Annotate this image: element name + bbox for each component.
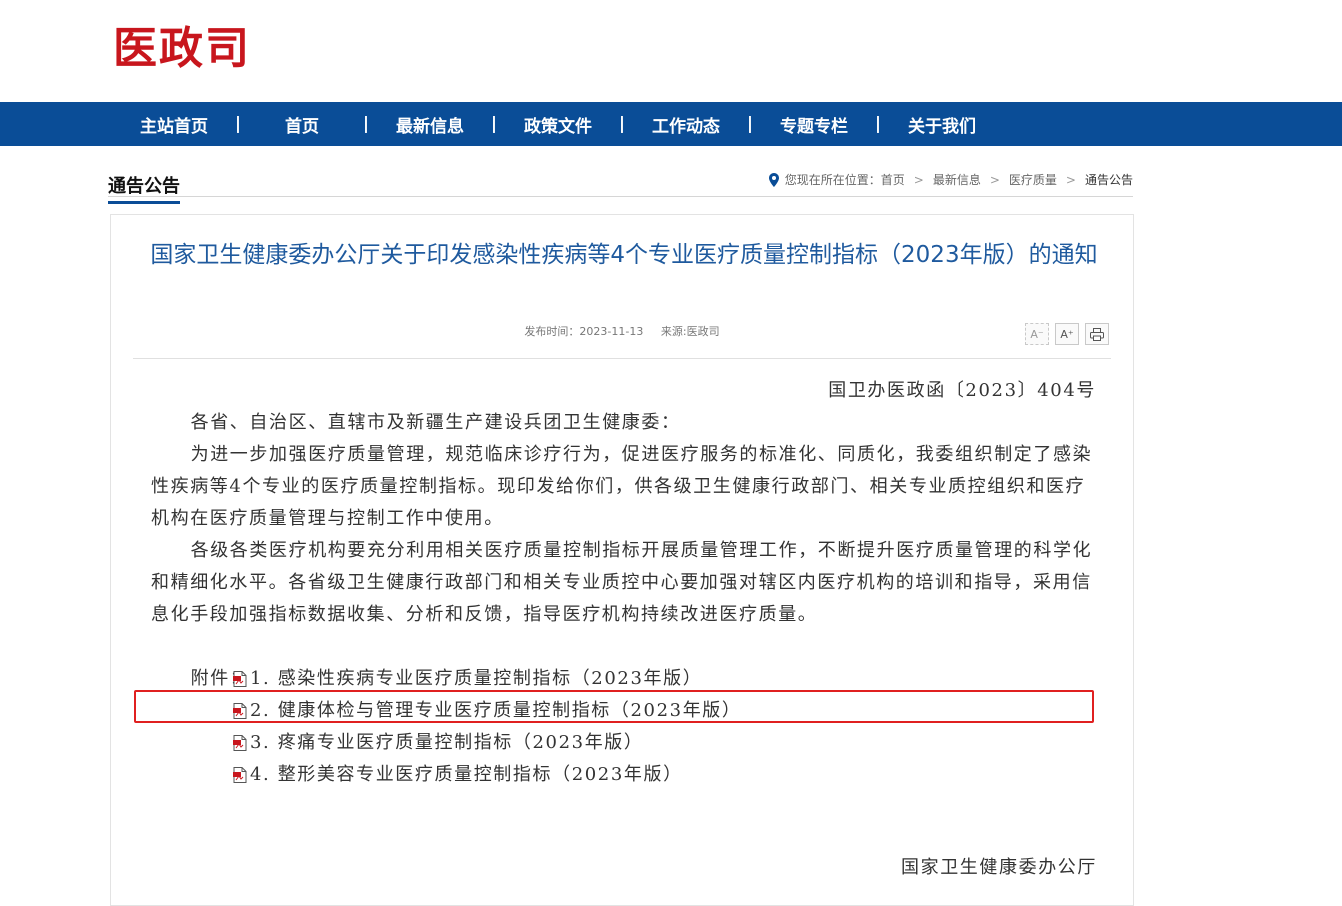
- nav-item-home[interactable]: 首页: [248, 112, 356, 137]
- main-nav: 主站首页 | 首页 | 最新信息 | 政策文件 | 工作动态 | 专题专栏 | …: [120, 102, 996, 146]
- print-button[interactable]: [1085, 323, 1109, 345]
- breadcrumb-separator: >: [913, 172, 924, 187]
- pdf-file-icon: [233, 703, 247, 719]
- salutation: 各省、自治区、直辖市及新疆生产建设兵团卫生健康委：: [190, 412, 681, 433]
- breadcrumb-current[interactable]: 通告公告: [1085, 171, 1133, 188]
- attachment-link-2[interactable]: 2. 健康体检与管理专业医疗质量控制指标（2023年版）: [233, 695, 742, 727]
- breadcrumb-home[interactable]: 首页: [881, 171, 905, 188]
- pdf-file-icon: [233, 671, 247, 687]
- location-pin-icon: [768, 172, 779, 187]
- nav-item-latest[interactable]: 最新信息: [376, 112, 484, 137]
- publish-date-label: 发布时间：: [524, 325, 580, 338]
- nav-item-policy[interactable]: 政策文件: [504, 112, 612, 137]
- nav-separator: |: [874, 114, 882, 134]
- breadcrumb-prefix: 您现在所在位置：: [784, 173, 881, 187]
- attachment-title: 1. 感染性疾病专业医疗质量控制指标（2023年版）: [250, 668, 703, 689]
- document-number: 国卫办医政函〔2023〕404号: [828, 380, 1096, 401]
- breadcrumb-latest[interactable]: 最新信息: [933, 171, 981, 188]
- article-tools: A⁻ A⁺: [1025, 323, 1109, 345]
- title-divider: [133, 358, 1111, 359]
- nav-item-about[interactable]: 关于我们: [888, 112, 996, 137]
- source-label: 来源:: [660, 325, 687, 338]
- pdf-file-icon: [233, 767, 247, 783]
- attachment-link-1[interactable]: 1. 感染性疾病专业医疗质量控制指标（2023年版）: [233, 663, 702, 695]
- publish-date: 2023-11-13: [579, 325, 644, 338]
- printer-icon: [1090, 327, 1104, 341]
- breadcrumb-separator: >: [1065, 172, 1076, 187]
- attachments-label: 附件：: [190, 668, 250, 689]
- attachment-title: 3. 疼痛专业医疗质量控制指标（2023年版）: [250, 732, 644, 753]
- nav-separator: |: [362, 114, 370, 134]
- nav-item-main-home[interactable]: 主站首页: [120, 112, 228, 137]
- attachments: 附件： 1. 感染性疾病专业医疗质量控制指标（2023年版） 2. 健康体检与管…: [151, 663, 1096, 791]
- source-value: 医政司: [686, 325, 720, 338]
- attachment-row: 2. 健康体检与管理专业医疗质量控制指标（2023年版）: [151, 695, 1096, 727]
- attachment-row: 3. 疼痛专业医疗质量控制指标（2023年版）: [151, 727, 1096, 759]
- breadcrumb-quality[interactable]: 医疗质量: [1009, 171, 1057, 188]
- nav-item-work-news[interactable]: 工作动态: [632, 112, 740, 137]
- attachment-link-4[interactable]: 4. 整形美容专业医疗质量控制指标（2023年版）: [233, 759, 683, 791]
- attachment-title: 2. 健康体检与管理专业医疗质量控制指标（2023年版）: [250, 700, 742, 721]
- paragraph-1: 为进一步加强医疗质量管理，规范临床诊疗行为，促进医疗服务的标准化、同质化，我委组…: [151, 444, 1093, 529]
- nav-separator: |: [234, 114, 242, 134]
- issuing-authority: 国家卫生健康委办公厅: [901, 857, 1097, 878]
- article-card: 国家卫生健康委办公厅关于印发感染性疾病等4个专业医疗质量控制指标（2023年版）…: [110, 214, 1134, 906]
- main-nav-bar: 主站首页 | 首页 | 最新信息 | 政策文件 | 工作动态 | 专题专栏 | …: [0, 102, 1342, 146]
- nav-item-topics[interactable]: 专题专栏: [760, 112, 868, 137]
- font-larger-button[interactable]: A⁺: [1055, 323, 1079, 345]
- article-title: 国家卫生健康委办公厅关于印发感染性疾病等4个专业医疗质量控制指标（2023年版）…: [150, 242, 1098, 268]
- section-header: 通告公告 您现在所在位置： 首页 > 最新信息 > 医疗质量 > 通告公告: [108, 166, 1133, 204]
- attachment-title: 4. 整形美容专业医疗质量控制指标（2023年版）: [250, 764, 683, 785]
- article-body: 国卫办医政函〔2023〕404号 各省、自治区、直辖市及新疆生产建设兵团卫生健康…: [151, 375, 1096, 791]
- nav-separator: |: [618, 114, 626, 134]
- attachment-row: 附件： 1. 感染性疾病专业医疗质量控制指标（2023年版）: [151, 663, 1096, 695]
- nav-separator: |: [746, 114, 754, 134]
- breadcrumb-separator: >: [989, 172, 1000, 187]
- site-logo[interactable]: 医政司: [113, 12, 251, 76]
- attachment-row: 4. 整形美容专业医疗质量控制指标（2023年版）: [151, 759, 1096, 791]
- paragraph-2: 各级各类医疗机构要充分利用相关医疗质量控制指标开展质量管理工作，不断提升医疗质量…: [151, 540, 1093, 625]
- article-meta: 发布时间：2023-11-13 来源:医政司: [111, 323, 1133, 339]
- section-title: 通告公告: [108, 172, 180, 204]
- font-smaller-button[interactable]: A⁻: [1025, 323, 1049, 345]
- pdf-file-icon: [233, 735, 247, 751]
- attachment-link-3[interactable]: 3. 疼痛专业医疗质量控制指标（2023年版）: [233, 727, 644, 759]
- breadcrumb: 您现在所在位置： 首页 > 最新信息 > 医疗质量 > 通告公告: [768, 171, 1133, 188]
- nav-separator: |: [490, 114, 498, 134]
